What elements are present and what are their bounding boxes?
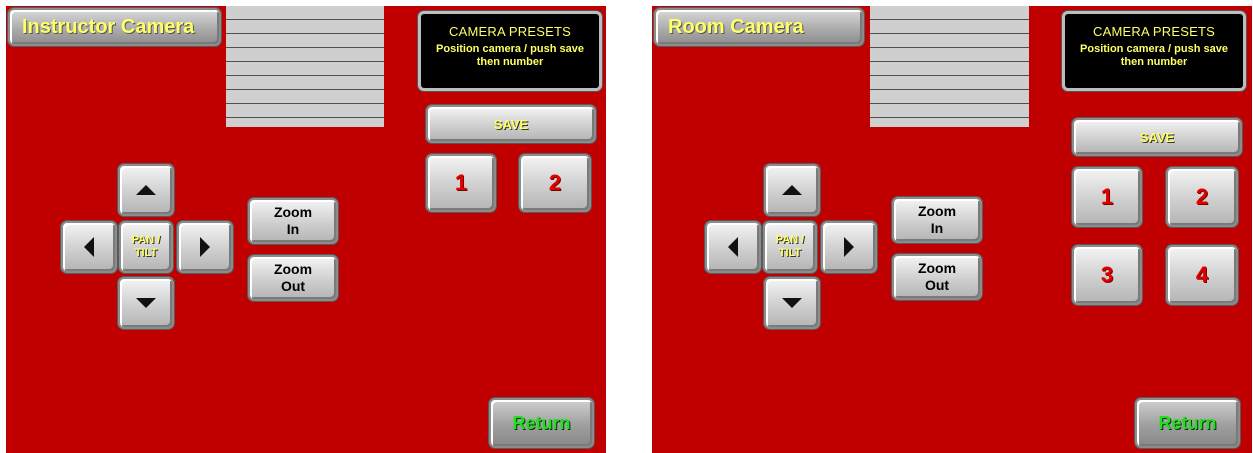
preset-1-button[interactable]: 1 <box>1072 167 1142 227</box>
zoom-in-button[interactable]: Zoom In <box>892 197 982 243</box>
preset-3-button[interactable]: 3 <box>1072 245 1142 305</box>
preset-4-button[interactable]: 4 <box>1166 245 1238 305</box>
room-camera-panel: Room Camera CAMERA PRESETS Position came… <box>652 6 1252 453</box>
camera-presets-instruction: Position camera / push save then number <box>1080 43 1228 68</box>
arrow-right-icon <box>844 237 854 257</box>
pan-tilt-button[interactable]: PAN / TILT <box>763 221 817 273</box>
tilt-down-button[interactable] <box>764 277 820 329</box>
preset-1-button[interactable]: 1 <box>426 154 496 212</box>
pan-right-button[interactable] <box>821 221 877 273</box>
tilt-up-button[interactable] <box>764 164 820 216</box>
zoom-out-button[interactable]: Zoom Out <box>248 255 338 301</box>
return-button[interactable]: Return <box>489 398 594 448</box>
arrow-right-icon <box>200 237 210 257</box>
return-button[interactable]: Return <box>1135 398 1240 448</box>
camera-title-button[interactable]: Instructor Camera <box>8 8 221 46</box>
pan-left-button[interactable] <box>61 221 117 273</box>
tilt-down-button[interactable] <box>118 277 174 329</box>
arrow-down-icon <box>136 298 156 308</box>
pan-right-button[interactable] <box>177 221 233 273</box>
arrow-up-icon <box>782 185 802 195</box>
zoom-out-button[interactable]: Zoom Out <box>892 254 982 300</box>
arrow-left-icon <box>84 237 94 257</box>
save-preset-button[interactable]: SAVE <box>1072 118 1242 156</box>
pan-left-button[interactable] <box>705 221 761 273</box>
camera-presets-instruction: Position camera / push save then number <box>436 43 584 68</box>
tilt-up-button[interactable] <box>118 164 174 216</box>
preset-2-button[interactable]: 2 <box>1166 167 1238 227</box>
camera-presets-box: CAMERA PRESETS Position camera / push sa… <box>1062 11 1246 91</box>
arrow-left-icon <box>728 237 738 257</box>
camera-title-button[interactable]: Room Camera <box>654 8 864 46</box>
status-lines-area <box>870 6 1029 127</box>
status-lines-area <box>226 6 384 127</box>
instructor-camera-panel: Instructor Camera CAMERA PRESETS Positio… <box>6 6 606 453</box>
arrow-up-icon <box>136 185 156 195</box>
zoom-in-button[interactable]: Zoom In <box>248 198 338 244</box>
preset-2-button[interactable]: 2 <box>519 154 591 212</box>
camera-presets-title: CAMERA PRESETS <box>449 24 571 39</box>
camera-presets-title: CAMERA PRESETS <box>1093 24 1215 39</box>
pan-tilt-button[interactable]: PAN / TILT <box>119 221 173 273</box>
arrow-down-icon <box>782 298 802 308</box>
camera-presets-box: CAMERA PRESETS Position camera / push sa… <box>418 11 602 91</box>
save-preset-button[interactable]: SAVE <box>426 105 596 143</box>
